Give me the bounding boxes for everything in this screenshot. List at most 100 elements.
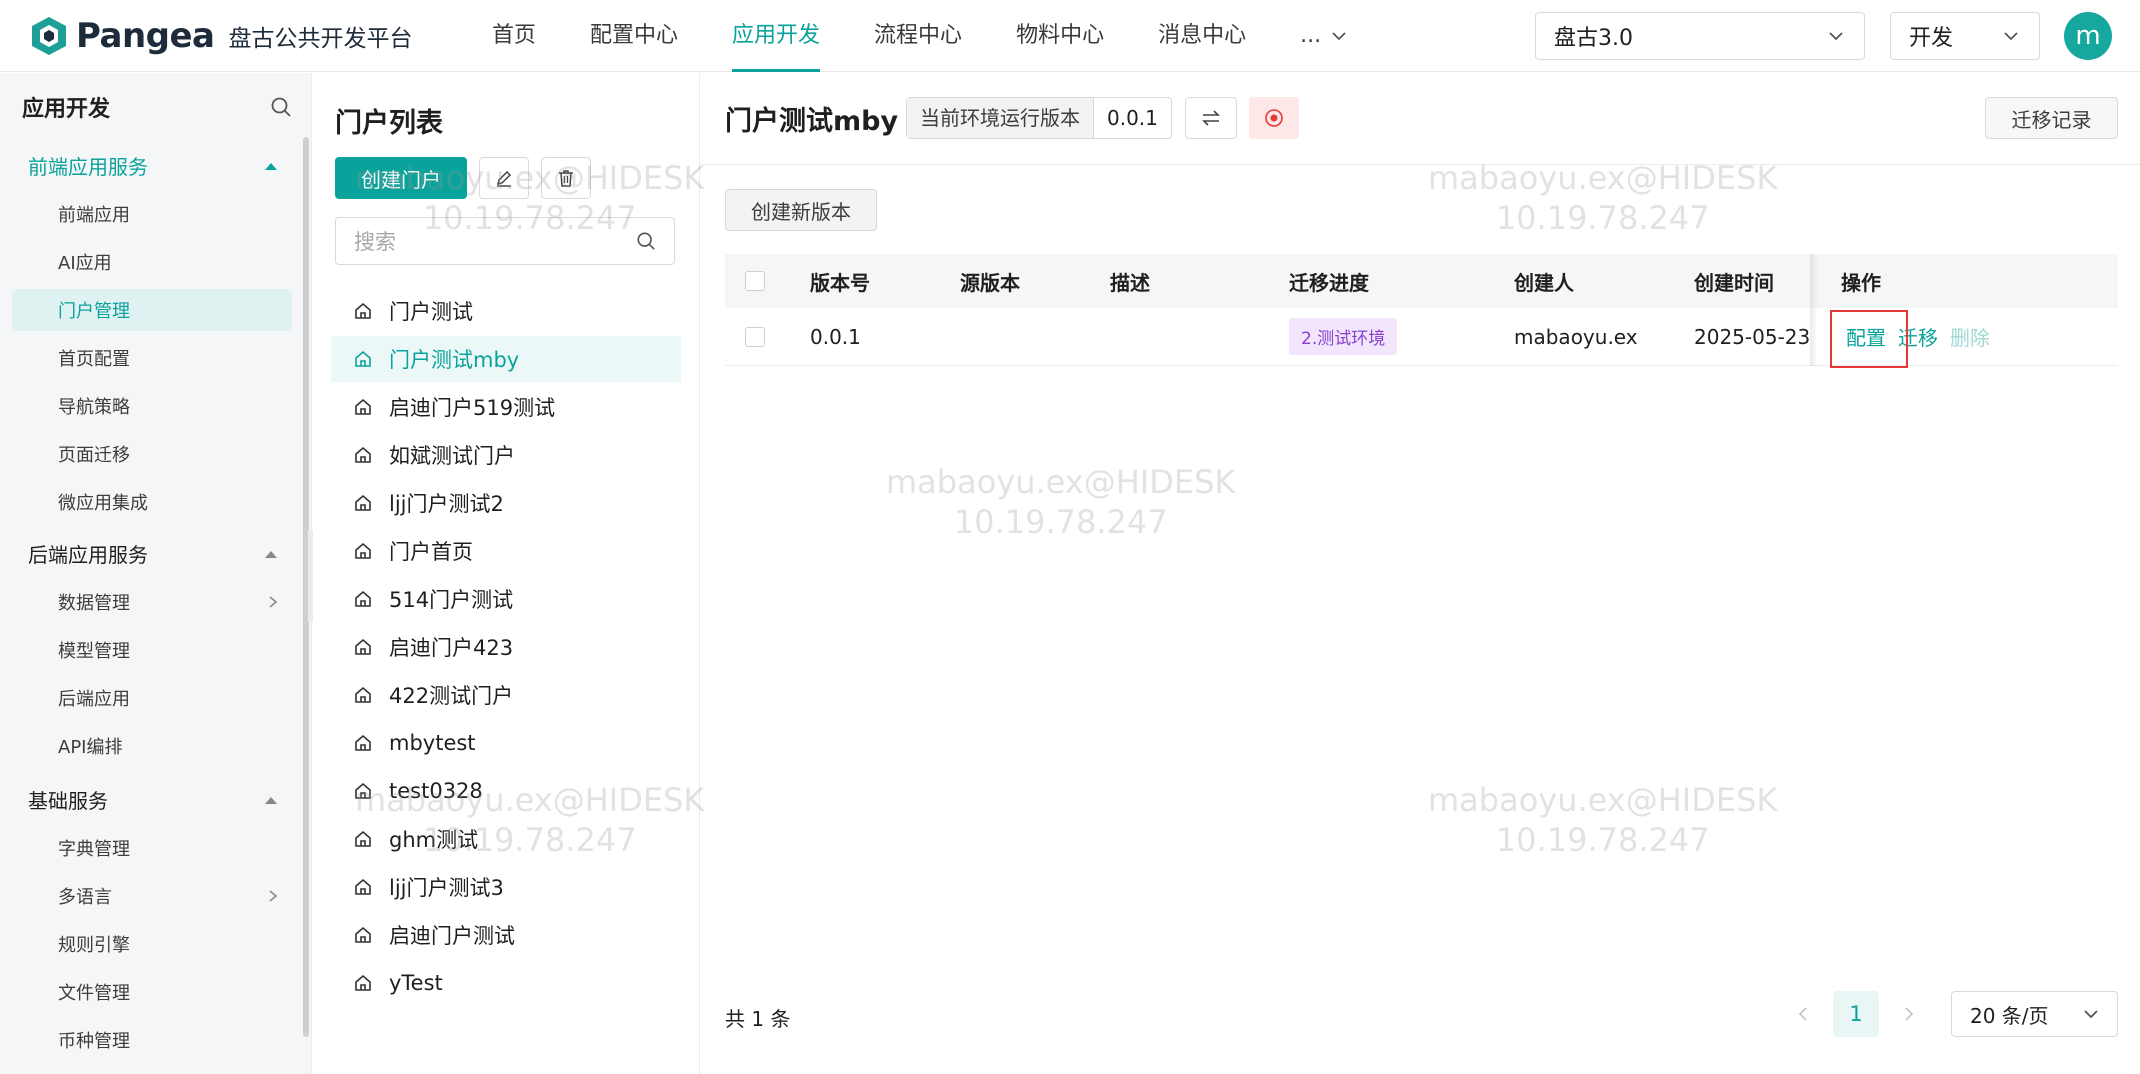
sidebar-item-i18n[interactable]: 多语言 — [58, 883, 278, 909]
sidebar-item-label: AI应用 — [58, 253, 112, 274]
sidebar-item-label: 门户管理 — [58, 301, 130, 322]
nav-material-center[interactable]: 物料中心 — [989, 0, 1131, 72]
sidebar-group-frontend[interactable]: 前端应用服务 — [28, 151, 278, 180]
top-navbar: Pangea 盘古公共开发平台 首页 配置中心 应用开发 流程中心 物料中心 消… — [0, 0, 2140, 72]
sidebar-item-api-orchestration[interactable]: API编排 — [58, 733, 278, 759]
record-button[interactable] — [1249, 97, 1299, 139]
portal-list-item-label: 514门户测试 — [389, 588, 514, 612]
portal-list-item[interactable]: ghm测试 — [331, 816, 681, 862]
portal-list-item[interactable]: mbytest — [331, 720, 681, 766]
edit-portal-button[interactable] — [479, 157, 529, 199]
portal-list-item[interactable]: ljj门户测试3 — [331, 864, 681, 910]
col-migration-progress: 迁移进度 — [1289, 270, 1369, 295]
trash-icon — [559, 170, 573, 187]
sidebar-item-label: 字典管理 — [58, 839, 130, 860]
sidebar-item-label: 多语言 — [58, 887, 112, 908]
chevron-right-icon — [269, 596, 278, 608]
total-count: 共 1 条 — [725, 1007, 791, 1031]
user-avatar[interactable]: m — [2064, 12, 2112, 60]
home-icon — [355, 542, 371, 559]
sidebar-item-backend-app[interactable]: 后端应用 — [58, 685, 278, 711]
cell-migration-progress: 2.测试环境 — [1289, 308, 1398, 365]
env-select[interactable]: 开发 — [1890, 12, 2040, 60]
nav-process-center[interactable]: 流程中心 — [847, 0, 989, 72]
delete-link[interactable]: 删除 — [1950, 322, 1990, 351]
cell-version: 0.0.1 — [810, 324, 861, 349]
portal-list-item[interactable]: 门户首页 — [331, 528, 681, 574]
col-description: 描述 — [1110, 270, 1150, 295]
sidebar-group-label: 后端应用服务 — [28, 543, 148, 567]
nav-message-center[interactable]: 消息中心 — [1131, 0, 1273, 72]
prev-page-button[interactable] — [1783, 991, 1823, 1037]
sidebar-item-label: 首页配置 — [58, 349, 130, 370]
nav-home[interactable]: 首页 — [465, 0, 563, 72]
portal-list-item[interactable]: test0328 — [331, 768, 681, 814]
sidebar-item-label: API编排 — [58, 737, 123, 758]
sidebar-item-label: 导航策略 — [58, 397, 130, 418]
portal-list-item[interactable]: 如斌测试门户 — [331, 432, 681, 478]
platform-select[interactable]: 盘古3.0 — [1535, 12, 1865, 60]
portal-list-item[interactable]: 514门户测试 — [331, 576, 681, 622]
sidebar-item-home-config[interactable]: 首页配置 — [58, 345, 278, 371]
sidebar-title: 应用开发 — [22, 97, 111, 122]
select-all-checkbox[interactable] — [745, 271, 765, 291]
col-actions: 操作 — [1841, 270, 1881, 295]
sidebar-group-basic[interactable]: 基础服务 — [28, 785, 278, 814]
create-portal-button[interactable]: 创建门户 — [335, 157, 467, 199]
create-version-button[interactable]: 创建新版本 — [725, 189, 877, 231]
migration-history-button[interactable]: 迁移记录 — [1985, 97, 2118, 139]
annotation-highlight-box — [1830, 310, 1908, 368]
page-number-current[interactable]: 1 — [1833, 991, 1879, 1037]
sidebar-item-file-management[interactable]: 文件管理 — [58, 979, 278, 1005]
portal-list-item[interactable]: 门户测试 — [331, 288, 681, 334]
portal-list-item[interactable]: 422测试门户 — [331, 672, 681, 718]
nav-app-dev[interactable]: 应用开发 — [705, 0, 847, 72]
portal-list-panel: 门户列表 创建门户 搜索 门户测试 门户测试mby 启迪门户519测试 如斌测试门户 l… — [313, 73, 700, 1074]
home-icon — [355, 686, 371, 703]
sidebar-item-label: 数据管理 — [58, 593, 130, 614]
app-root: Pangea 盘古公共开发平台 首页 配置中心 应用开发 流程中心 物料中心 消… — [0, 0, 2140, 1074]
search-placeholder: 搜索 — [354, 230, 396, 254]
sidebar-item-nav-strategy[interactable]: 导航策略 — [58, 393, 278, 419]
sidebar-item-page-migration[interactable]: 页面迁移 — [58, 441, 278, 467]
main-nav: 首页 配置中心 应用开发 流程中心 物料中心 消息中心 ... — [465, 0, 1374, 72]
page-size-select[interactable]: 20 条/页 — [1951, 991, 2118, 1037]
portal-list-item[interactable]: yTest — [331, 960, 681, 1006]
chevron-down-icon — [1332, 32, 1346, 41]
sidebar-group-label: 前端应用服务 — [28, 155, 148, 179]
next-page-button[interactable] — [1889, 991, 1929, 1037]
sidebar-item-rule-engine[interactable]: 规则引擎 — [58, 931, 278, 957]
switch-version-button[interactable] — [1185, 97, 1237, 139]
portal-list-item[interactable]: 启迪门户519测试 — [331, 384, 681, 430]
sidebar-item-micro-app[interactable]: 微应用集成 — [58, 489, 278, 515]
portal-search-input[interactable]: 搜索 — [335, 217, 675, 265]
nav-config-center[interactable]: 配置中心 — [563, 0, 705, 72]
sidebar-item-label: 规则引擎 — [58, 935, 130, 956]
portal-list-item[interactable]: ljj门户测试2 — [331, 480, 681, 526]
home-icon — [355, 494, 371, 511]
sidebar-item-ai-app[interactable]: AI应用 — [58, 249, 278, 275]
sidebar-header: 应用开发 — [22, 91, 292, 123]
sidebar-item-portal-management[interactable]: 门户管理 — [58, 297, 278, 323]
portal-list-item-label: yTest — [389, 971, 443, 995]
delete-portal-button[interactable] — [541, 157, 591, 199]
search-icon[interactable] — [270, 96, 292, 118]
logo[interactable]: Pangea 盘古公共开发平台 — [28, 12, 413, 60]
env-version-value: 0.0.1 — [1107, 106, 1158, 130]
edit-icon — [496, 170, 512, 187]
sidebar-group-backend[interactable]: 后端应用服务 — [28, 539, 278, 568]
sidebar-item-data-management[interactable]: 数据管理 — [58, 589, 278, 615]
nav-more-label: ... — [1300, 23, 1322, 48]
version-table: 版本号 源版本 描述 迁移进度 创建人 创建时间 操作 0.0.1 2.测试环境… — [725, 254, 2118, 366]
sidebar-item-frontend-app[interactable]: 前端应用 — [58, 201, 278, 227]
row-checkbox[interactable] — [745, 326, 765, 347]
sidebar-item-model-management[interactable]: 模型管理 — [58, 637, 278, 663]
sidebar-item-currency[interactable]: 币种管理 — [58, 1027, 278, 1053]
portal-list-item[interactable]: 启迪门户测试 — [331, 912, 681, 958]
nav-more[interactable]: ... — [1273, 0, 1374, 72]
col-version: 版本号 — [810, 270, 870, 295]
sidebar-item-dictionary[interactable]: 字典管理 — [58, 835, 278, 861]
portal-list-item[interactable]: 门户测试mby — [331, 336, 681, 382]
portal-list-item[interactable]: 启迪门户423 — [331, 624, 681, 670]
portal-list-item-label: mbytest — [389, 731, 476, 755]
